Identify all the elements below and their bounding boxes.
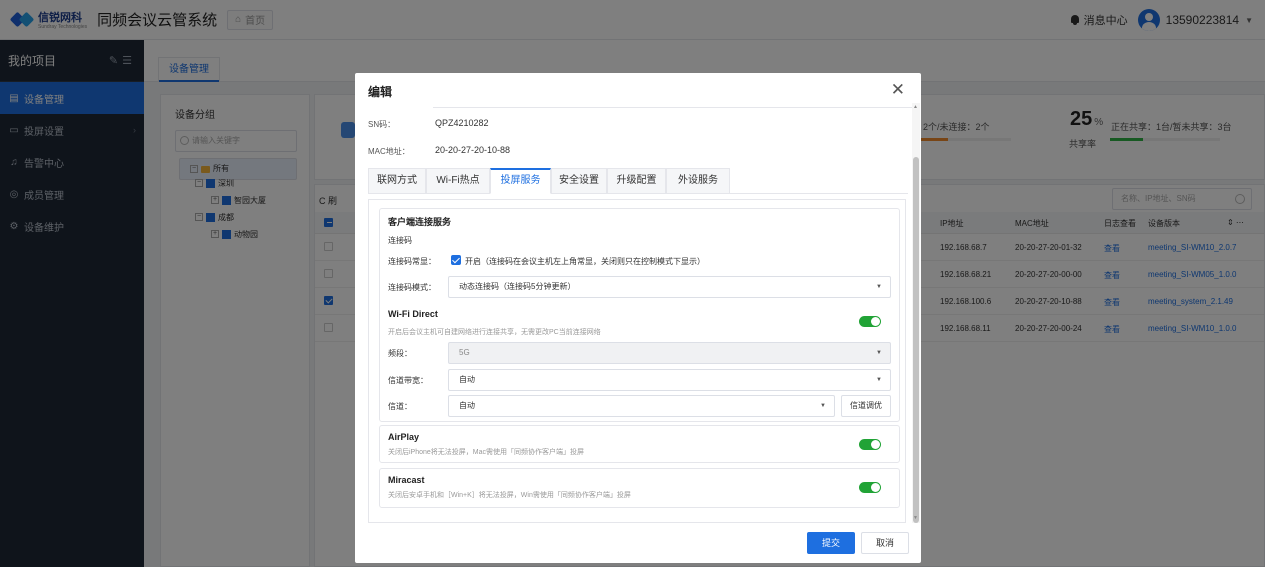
bandwidth-label: 信道带宽： xyxy=(388,376,428,385)
miracast-toggle[interactable] xyxy=(859,482,881,493)
band-value: 5G xyxy=(459,348,470,357)
code-heading: 连接码 xyxy=(388,236,412,245)
screen-service-content: 客户端连接服务 连接码 连接码常显： 开启（连接码在会议主机左上角常显，关闭则只… xyxy=(368,199,906,523)
code-always-text: 开启（连接码在会议主机左上角常显，关闭则只在控制模式下显示） xyxy=(465,257,705,266)
scroll-down-icon[interactable]: ▼ xyxy=(913,515,918,521)
tab-upgrade[interactable]: 升级配置 xyxy=(607,168,666,194)
sn-label: SN码： xyxy=(368,120,396,129)
tab-peripheral[interactable]: 外设服务 xyxy=(666,168,730,194)
caret-down-icon: ▼ xyxy=(876,377,882,383)
edit-modal: 编辑 ✕ ▲ ▼ SN码： QPZ4210282 MAC地址： 20-20-27… xyxy=(355,73,921,563)
client-service-title: 客户端连接服务 xyxy=(388,217,452,227)
band-label: 频段： xyxy=(388,349,412,358)
mac-label: MAC地址： xyxy=(368,147,410,156)
modal-tabs: 联网方式 Wi-Fi热点 投屏服务 安全设置 升级配置 外设服务 xyxy=(368,168,908,194)
bandwidth-value: 自动 xyxy=(459,375,475,384)
submit-button[interactable]: 提交 xyxy=(807,532,855,554)
tab-network[interactable]: 联网方式 xyxy=(368,168,426,194)
channel-value: 自动 xyxy=(459,401,475,410)
miracast-title: Miracast xyxy=(388,475,425,485)
sn-value: QPZ4210282 xyxy=(435,118,489,128)
mac-value: 20-20-27-20-10-88 xyxy=(435,145,511,155)
tab-wifi-hotspot[interactable]: Wi-Fi热点 xyxy=(426,168,490,194)
scroll-up-icon[interactable]: ▲ xyxy=(913,104,918,110)
divider xyxy=(433,107,913,108)
modal-title: 编辑 xyxy=(368,85,393,99)
caret-down-icon: ▼ xyxy=(876,350,882,356)
channel-tune-button[interactable]: 信道调优 xyxy=(841,395,891,417)
wifi-direct-desc: 开启后会议主机可自建网络进行连接共享，无需更改PC当前连接网络 xyxy=(388,329,601,336)
bandwidth-select[interactable]: 自动 ▼ xyxy=(448,369,891,391)
cancel-button[interactable]: 取消 xyxy=(861,532,909,554)
channel-label: 信道： xyxy=(388,402,412,411)
caret-down-icon: ▼ xyxy=(820,403,826,409)
tab-screen-service[interactable]: 投屏服务 xyxy=(490,168,551,194)
miracast-desc: 关闭后安卓手机和［Win+K］将无法投屏，Win需使用「同频协作客户端」投屏 xyxy=(388,492,631,499)
miracast-card: Miracast 关闭后安卓手机和［Win+K］将无法投屏，Win需使用「同频协… xyxy=(379,468,900,508)
wifi-direct-title: Wi-Fi Direct xyxy=(388,309,438,319)
code-mode-select[interactable]: 动态连接码（连接码5分钟更新） ▼ xyxy=(448,276,891,298)
scrollbar-thumb[interactable] xyxy=(913,157,919,523)
tab-security[interactable]: 安全设置 xyxy=(551,168,607,194)
airplay-title: AirPlay xyxy=(388,432,420,442)
airplay-toggle[interactable] xyxy=(859,439,881,450)
client-service-card: 客户端连接服务 连接码 连接码常显： 开启（连接码在会议主机左上角常显，关闭则只… xyxy=(379,208,900,422)
channel-select[interactable]: 自动 ▼ xyxy=(448,395,835,417)
code-mode-value: 动态连接码（连接码5分钟更新） xyxy=(459,282,576,291)
airplay-desc: 关闭后iPhone将无法投屏，Mac需使用「同频协作客户端」投屏 xyxy=(388,449,585,456)
code-mode-label: 连接码模式： xyxy=(388,283,436,292)
airplay-card: AirPlay 关闭后iPhone将无法投屏，Mac需使用「同频协作客户端」投屏 xyxy=(379,425,900,463)
wifi-direct-toggle[interactable] xyxy=(859,316,881,327)
code-always-label: 连接码常显： xyxy=(388,257,436,266)
code-always-checkbox[interactable] xyxy=(451,255,461,265)
band-select[interactable]: 5G ▼ xyxy=(448,342,891,364)
caret-down-icon: ▼ xyxy=(876,284,882,290)
close-icon[interactable]: ✕ xyxy=(891,81,905,98)
